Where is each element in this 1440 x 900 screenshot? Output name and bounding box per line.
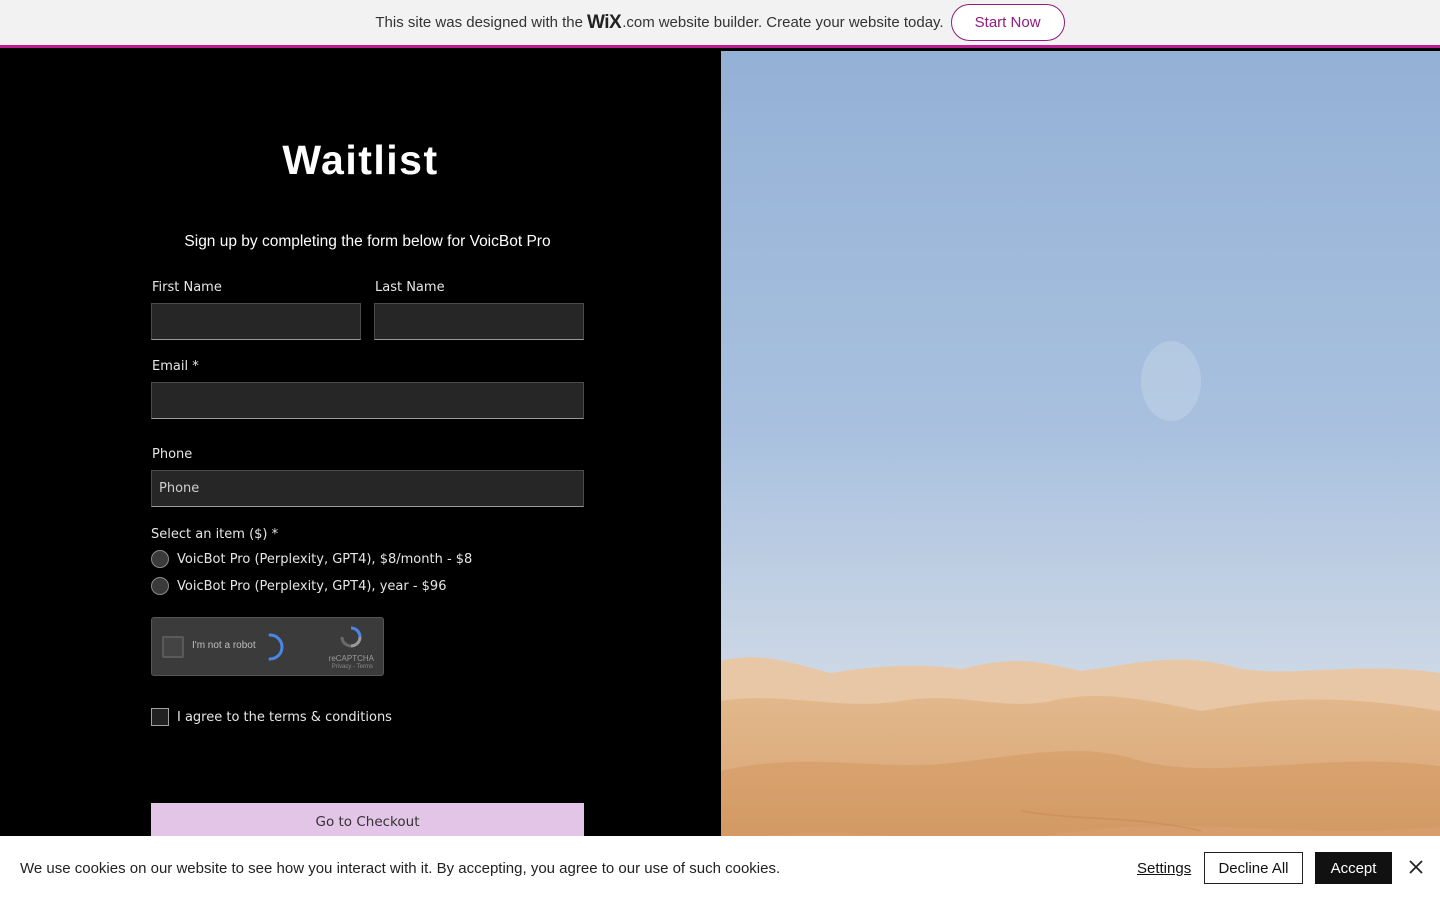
start-now-button[interactable]: Start Now (950, 4, 1065, 41)
phone-input[interactable] (151, 470, 584, 507)
banner-prefix-text: This site was designed with the (375, 14, 583, 31)
recaptcha-widget: I'm not a robot reCAPTCHA Privacy - Term… (151, 617, 384, 676)
last-name-label: Last Name (375, 280, 445, 295)
loading-spinner-icon (268, 633, 284, 661)
cookie-settings-link[interactable]: Settings (1137, 860, 1191, 877)
option-monthly-label: VoicBot Pro (Perplexity, GPT4), $8/month… (177, 551, 473, 567)
wix-dotcom-text: .com (622, 14, 655, 31)
phone-label: Phone (152, 447, 193, 462)
option-yearly-label: VoicBot Pro (Perplexity, GPT4), year - $… (177, 578, 447, 594)
cookie-message: We use cookies on our website to see how… (20, 860, 781, 877)
accept-button[interactable]: Accept (1315, 852, 1392, 884)
wix-logo: WiX (586, 11, 622, 33)
recaptcha-brand: reCAPTCHA (328, 654, 374, 663)
form-subtitle: Sign up by completing the form below for… (184, 233, 551, 250)
option-monthly-radio[interactable] (151, 550, 169, 568)
close-icon[interactable] (1407, 858, 1425, 876)
recaptcha-links[interactable]: Privacy - Terms (332, 664, 373, 670)
select-item-label: Select an item ($) * (151, 527, 279, 542)
banner-suffix-text: website builder. Create your website tod… (658, 14, 944, 31)
option-yearly-radio[interactable] (151, 577, 169, 595)
option-monthly[interactable]: VoicBot Pro (Perplexity, GPT4), $8/month… (151, 550, 472, 568)
first-name-input[interactable] (151, 303, 361, 340)
last-name-input[interactable] (374, 303, 584, 340)
recaptcha-checkbox[interactable] (162, 636, 184, 658)
terms-checkbox[interactable] (151, 708, 169, 726)
email-label: Email * (152, 359, 199, 374)
terms-agreement[interactable]: I agree to the terms & conditions (151, 708, 392, 726)
decline-all-button[interactable]: Decline All (1204, 852, 1303, 884)
email-input[interactable] (151, 382, 584, 419)
page-title: Waitlist (282, 137, 439, 183)
wix-promo-banner: This site was designed with the WiX .com… (0, 0, 1440, 48)
option-yearly[interactable]: VoicBot Pro (Perplexity, GPT4), year - $… (151, 577, 446, 595)
desert-landscape-illustration (721, 51, 1440, 900)
desert-hero-image (721, 51, 1440, 900)
form-panel: Waitlist Sign up by completing the form … (0, 51, 721, 900)
recaptcha-logo-icon (340, 626, 362, 648)
terms-label: I agree to the terms & conditions (177, 709, 392, 725)
first-name-label: First Name (152, 280, 222, 295)
recaptcha-label: I'm not a robot (192, 640, 256, 651)
cookie-consent-bar: We use cookies on our website to see how… (0, 836, 1440, 900)
